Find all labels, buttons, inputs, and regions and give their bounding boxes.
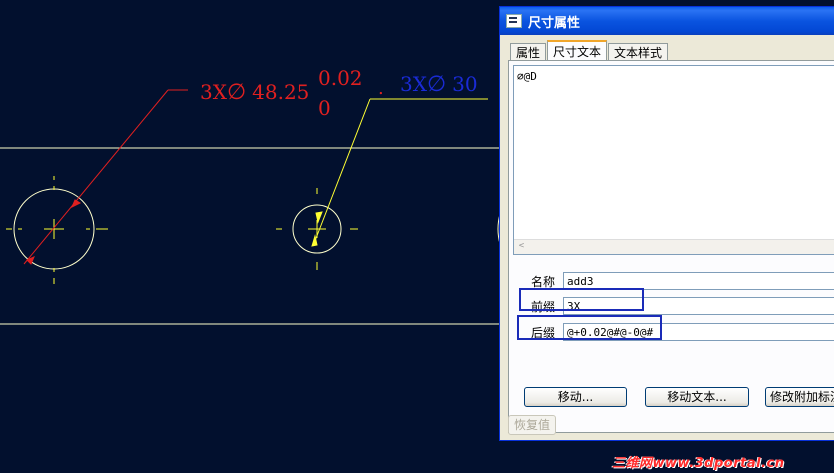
right-dimension-text[interactable]: 3X∅ 30 [400, 72, 478, 97]
suffix-highlight-box [517, 315, 662, 340]
left-dim-lower-tolerance: 0 [318, 96, 331, 120]
move-button[interactable]: 移动... [524, 387, 627, 407]
left-dim-prefix: 3X [200, 80, 227, 104]
name-label: 名称 [530, 274, 555, 289]
left-dim-value: 48.25 [252, 80, 310, 104]
left-hole-centerlines [6, 176, 108, 284]
dimension-properties-dialog: 尺寸属性 属性 尺寸文本 文本样式 ∅@D < 名称 add3 前缀 3X 后缀… [499, 6, 834, 441]
dimension-text-editor[interactable]: ∅@D < [513, 65, 834, 255]
right-hole-centerlines [276, 188, 358, 270]
dimension-text-panel: ∅@D < 名称 add3 前缀 3X 后缀 @+0.02@#@-0@# 移动.… [508, 60, 834, 433]
restore-value-button[interactable]: 恢复值 [508, 415, 556, 435]
dialog-title: 尺寸属性 [528, 15, 581, 31]
left-dimension-leader [23, 89, 188, 265]
dialog-app-icon [506, 14, 522, 28]
dialog-tabs: 属性 尺寸文本 文本样式 [510, 40, 669, 62]
left-dim-upper-tolerance: 0.02 [318, 66, 363, 90]
right-dimension-leader [311, 98, 488, 247]
modify-attached-dimension-button[interactable]: 修改附加标注 [765, 387, 834, 407]
horizontal-scrollbar[interactable]: < [514, 239, 834, 254]
dialog-titlebar[interactable]: 尺寸属性 [500, 7, 834, 35]
scroll-left-arrow-icon[interactable]: < [516, 241, 527, 252]
dimension-text-content: ∅@D [517, 70, 537, 83]
left-dimension-text[interactable]: 3X∅ 48.25 [200, 80, 309, 105]
diameter-symbol: ∅ [226, 80, 247, 105]
move-text-button[interactable]: 移动文本... [645, 387, 749, 407]
diameter-symbol: ∅ [426, 72, 447, 97]
right-dim-value: 30 [452, 72, 478, 96]
prefix-highlight-box [519, 288, 644, 311]
tab-dimension-text[interactable]: 尺寸文本 [547, 40, 608, 62]
watermark-text: 三维网www.3dportal.cn [612, 456, 785, 471]
right-dim-leading-dot: . [378, 78, 384, 99]
right-dim-prefix: 3X [400, 72, 427, 96]
